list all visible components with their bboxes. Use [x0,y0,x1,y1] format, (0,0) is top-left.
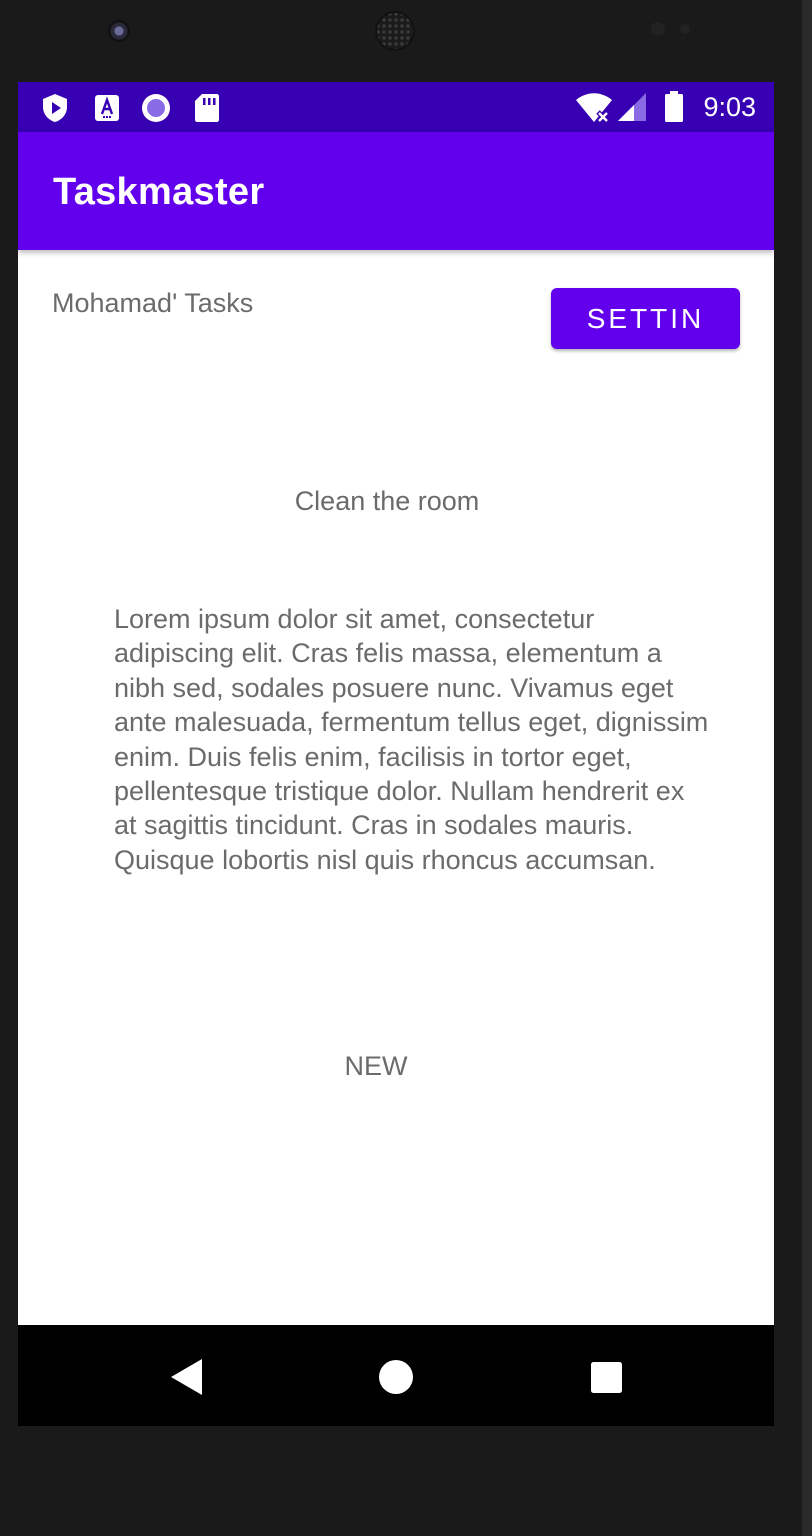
app-bar: Taskmaster [18,132,774,250]
task-title: Clean the room [294,486,480,516]
back-icon[interactable] [168,1357,208,1397]
front-camera [108,20,130,42]
user-tasks-label: Mohamad' Tasks [52,288,254,318]
task-state: NEW [344,1051,408,1081]
device-frame: 9:03 Taskmaster Mohamad' Tasks SETTIN Cl… [0,0,812,1536]
recents-icon[interactable] [586,1357,626,1397]
circle-app-icon [142,94,170,122]
play-protect-icon [43,94,67,122]
sd-card-icon [195,94,219,122]
status-time: 9:03 [703,92,756,122]
battery-icon [665,91,683,122]
navigation-bar [18,1325,774,1426]
earpiece-speaker [375,11,415,51]
status-bar: 9:03 [18,82,774,132]
settings-button[interactable]: SETTIN [551,288,740,349]
signal-icon [618,93,646,121]
proximity-sensor [651,22,665,36]
app-title: Taskmaster [53,171,265,213]
home-icon[interactable] [376,1357,416,1397]
accessibility-icon [95,95,119,121]
device-screen: 9:03 Taskmaster Mohamad' Tasks SETTIN Cl… [18,82,774,1426]
wifi-off-icon [576,93,612,124]
device-edge [802,0,812,1536]
light-sensor [680,24,690,34]
task-body: Lorem ipsum dolor sit amet, consectetur … [114,604,709,875]
